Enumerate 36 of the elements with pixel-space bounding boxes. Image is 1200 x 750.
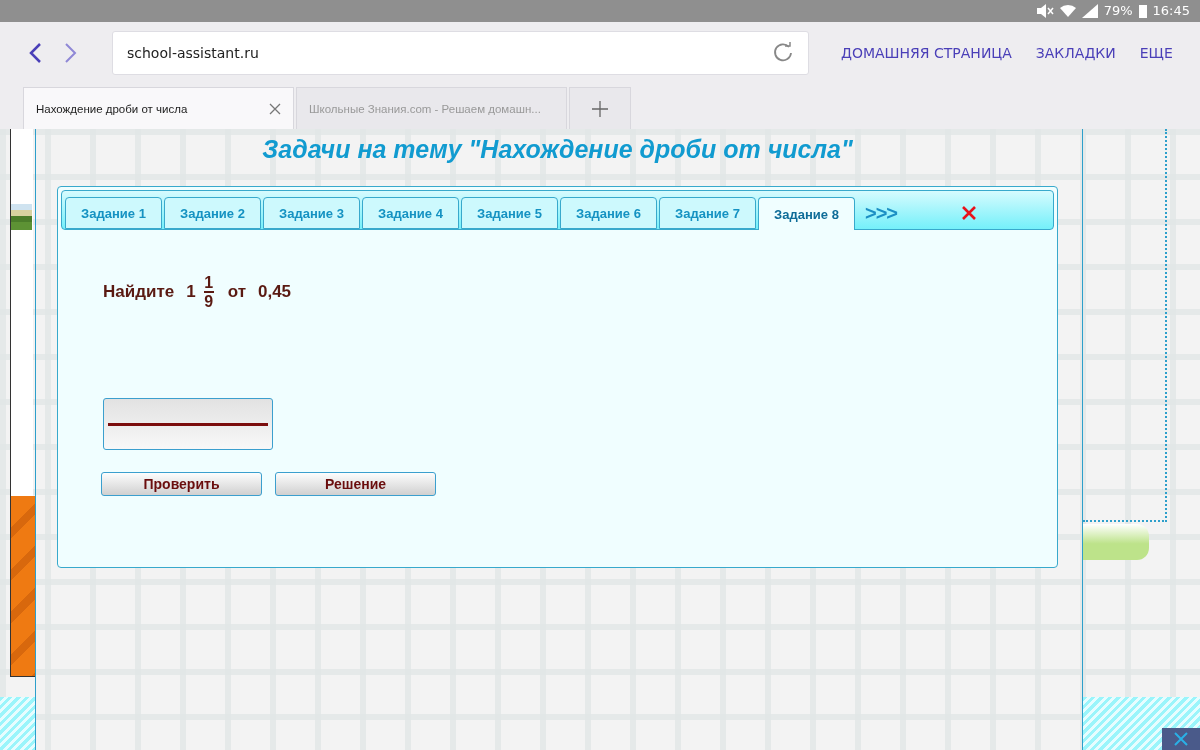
- signal-icon: [1081, 3, 1098, 18]
- more-tabs-button[interactable]: >>>: [865, 202, 898, 225]
- close-icon[interactable]: [269, 102, 281, 115]
- task-tab[interactable]: Задание 4: [362, 197, 459, 229]
- problem-text: от: [227, 282, 246, 302]
- close-button[interactable]: [1162, 728, 1200, 750]
- whole-number: 1: [186, 282, 196, 302]
- new-tab-button[interactable]: [569, 87, 631, 129]
- browser-tab[interactable]: Школьные Знания.com - Решаем домашн...: [296, 87, 567, 129]
- wifi-icon: [1059, 3, 1076, 18]
- plus-icon[interactable]: [592, 100, 608, 117]
- browser-tab[interactable]: Нахождение дроби от числа: [23, 87, 294, 129]
- menu-link[interactable]: ЗАКЛАДКИ: [1035, 45, 1116, 62]
- task-tab[interactable]: Задание 5: [461, 197, 558, 229]
- task-tab[interactable]: Задание 2: [164, 197, 261, 229]
- clock-time: 16:45: [1152, 3, 1190, 19]
- mute-icon: [1035, 3, 1054, 18]
- page-title: Задачи на тему "Нахождение дроби от числа": [261, 135, 854, 164]
- task-tab[interactable]: Задание 6: [560, 197, 657, 229]
- fraction-answer-field[interactable]: [103, 398, 273, 450]
- task-tab[interactable]: Задание 7: [659, 197, 756, 229]
- close-icon[interactable]: [1173, 731, 1189, 747]
- fraction: 1 9: [203, 274, 214, 310]
- menu-link[interactable]: ДОМАШНЯЯ СТРАНИЦА: [841, 45, 1012, 62]
- ad-banner: [0, 697, 35, 750]
- task-tab[interactable]: Задание 8: [758, 197, 855, 230]
- action-button[interactable]: Решение: [275, 472, 436, 496]
- problem-text: Найдите: [103, 282, 175, 302]
- action-button[interactable]: Проверить: [101, 472, 262, 496]
- battery-percent: 79%: [1103, 3, 1133, 19]
- task-tab[interactable]: Задание 1: [65, 197, 162, 229]
- problem-number: 0,45: [258, 282, 292, 302]
- menu-link[interactable]: ЕЩЕ: [1139, 45, 1173, 62]
- battery-icon: [1138, 3, 1147, 18]
- address-field[interactable]: school-assistant.ru: [112, 31, 809, 76]
- task-tab[interactable]: Задание 3: [263, 197, 360, 229]
